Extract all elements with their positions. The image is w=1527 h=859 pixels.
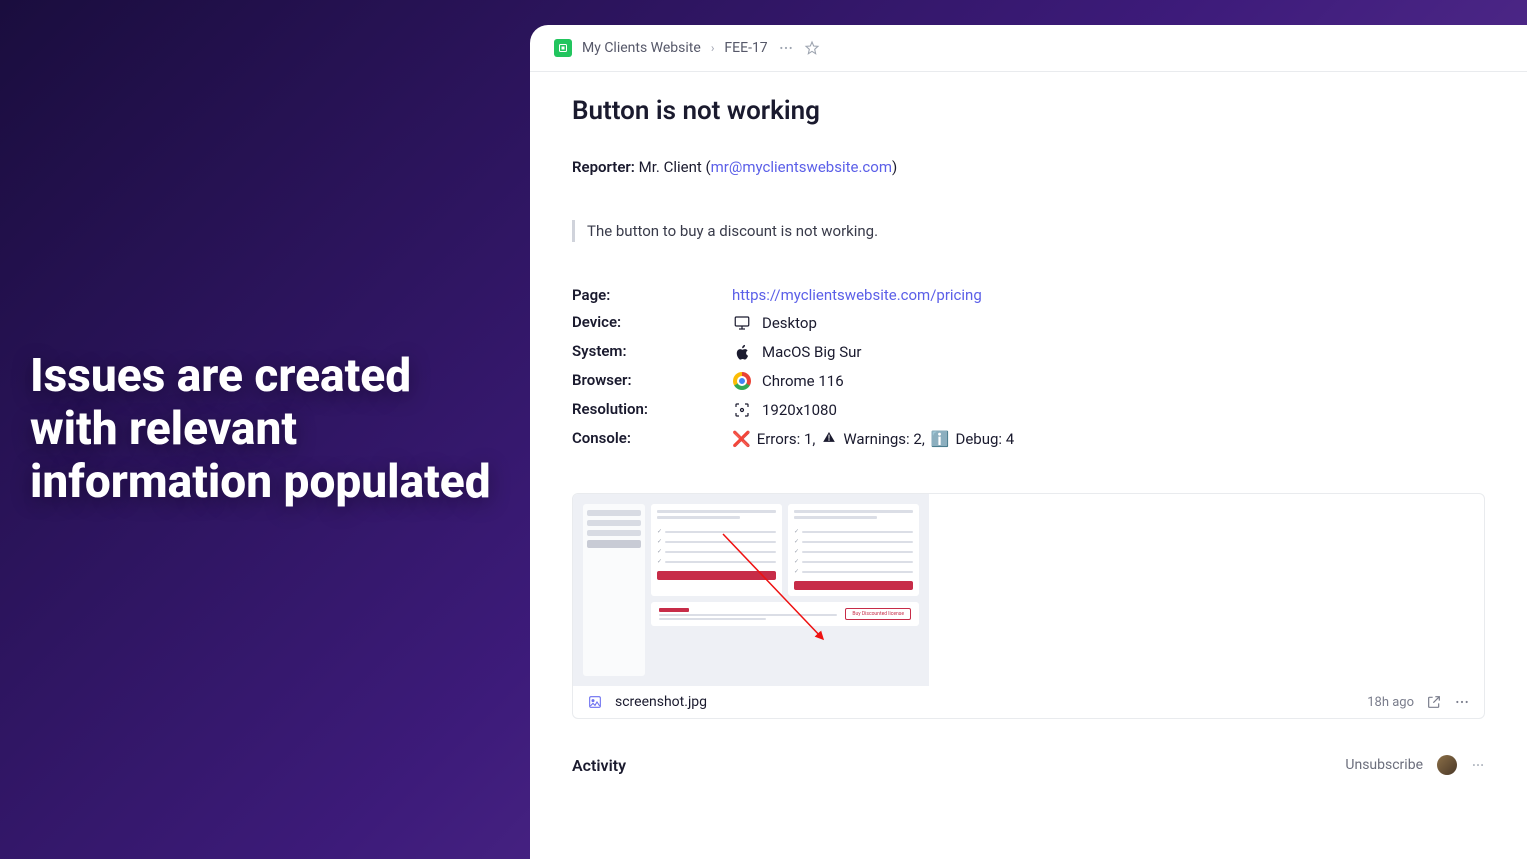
- issue-panel: My Clients Website › FEE-17 Button is no…: [530, 25, 1527, 859]
- breadcrumb: My Clients Website › FEE-17: [530, 25, 1527, 72]
- meta-device-text: Desktop: [762, 314, 817, 332]
- meta-console-value: ❌ Errors: 1, Warnings: 2, ℹ️ Debug: 4: [707, 429, 1485, 449]
- attachment-filename[interactable]: screenshot.jpg: [615, 694, 1355, 710]
- meta-resolution-value: 1920x1080: [707, 400, 1485, 420]
- meta-console-label: Console:: [572, 429, 707, 449]
- more-icon[interactable]: [778, 40, 794, 56]
- breadcrumb-project[interactable]: My Clients Website: [582, 40, 701, 56]
- attachment-card: Buy Discounted license screenshot.jpg 18…: [572, 493, 1485, 719]
- meta-page-label: Page:: [572, 286, 707, 304]
- reporter-label: Reporter:: [572, 158, 635, 176]
- reporter-email-link[interactable]: mr@myclientswebsite.com: [711, 158, 892, 176]
- image-file-icon: [587, 694, 603, 710]
- meta-resolution-label: Resolution:: [572, 400, 707, 420]
- meta-page-value: https://myclientswebsite.com/pricing: [707, 286, 1485, 304]
- meta-browser-text: Chrome 116: [762, 372, 844, 390]
- desktop-icon: [732, 313, 752, 333]
- user-avatar[interactable]: [1437, 755, 1457, 775]
- error-icon: ❌: [732, 430, 751, 448]
- resolution-icon: [732, 400, 752, 420]
- meta-device-value: Desktop: [707, 313, 1485, 333]
- attachment-thumbnail[interactable]: Buy Discounted license: [573, 494, 929, 686]
- warning-icon: [821, 429, 837, 449]
- activity-more-icon[interactable]: [1471, 758, 1485, 772]
- hero-headline: Issues are created with relevant informa…: [30, 350, 500, 509]
- activity-section: Activity Unsubscribe: [572, 739, 1485, 775]
- attachment-time: 18h ago: [1367, 695, 1414, 710]
- meta-browser-label: Browser:: [572, 371, 707, 391]
- reporter-line: Reporter: Mr. Client (mr@myclientswebsit…: [572, 158, 1485, 176]
- meta-page-link[interactable]: https://myclientswebsite.com/pricing: [732, 286, 982, 304]
- meta-grid: Page: https://myclientswebsite.com/prici…: [572, 286, 1485, 449]
- star-icon[interactable]: [804, 40, 820, 56]
- reporter-name: Mr. Client: [639, 158, 702, 176]
- meta-system-text: MacOS Big Sur: [762, 343, 861, 361]
- meta-resolution-text: 1920x1080: [762, 401, 837, 419]
- breadcrumb-separator: ›: [711, 41, 715, 55]
- attachment-more-icon[interactable]: [1454, 694, 1470, 710]
- issue-description: The button to buy a discount is not work…: [572, 220, 1485, 242]
- thumb-discount-button: Buy Discounted license: [845, 608, 911, 620]
- project-icon: [554, 39, 572, 57]
- issue-title: Button is not working: [572, 96, 1485, 126]
- breadcrumb-issue-id[interactable]: FEE-17: [724, 40, 767, 56]
- info-icon: ℹ️: [931, 430, 950, 448]
- chrome-icon: [732, 371, 752, 391]
- meta-system-label: System:: [572, 342, 707, 362]
- apple-icon: [732, 342, 752, 362]
- meta-browser-value: Chrome 116: [707, 371, 1485, 391]
- console-debug-text: Debug: 4: [955, 430, 1014, 448]
- unsubscribe-button[interactable]: Unsubscribe: [1345, 757, 1423, 773]
- console-warnings-text: Warnings: 2,: [843, 430, 924, 448]
- meta-system-value: MacOS Big Sur: [707, 342, 1485, 362]
- open-external-icon[interactable]: [1426, 694, 1442, 710]
- console-errors-text: Errors: 1,: [757, 430, 816, 448]
- activity-title: Activity: [572, 756, 626, 775]
- meta-device-label: Device:: [572, 313, 707, 333]
